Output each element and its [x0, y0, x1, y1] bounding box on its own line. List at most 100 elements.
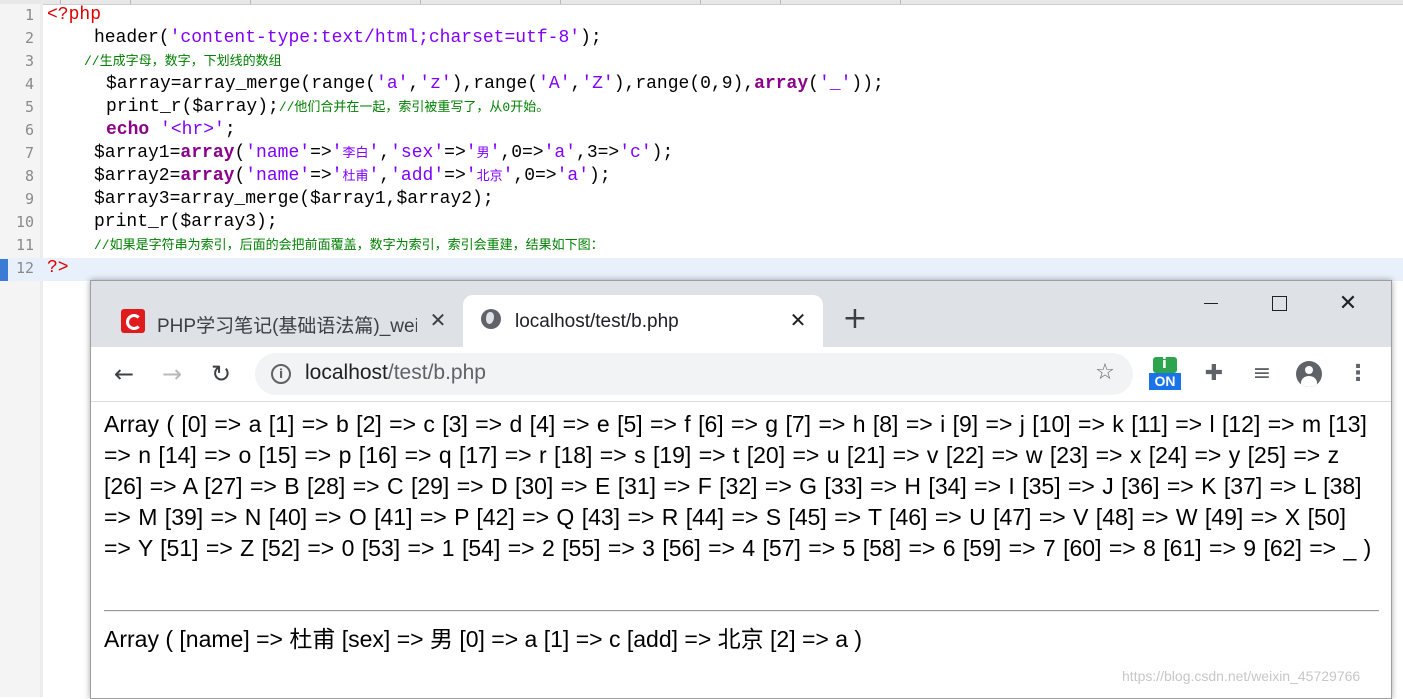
tab-localhost[interactable]: localhost/test/b.php ✕ [463, 295, 823, 347]
string-token: 'sex' [390, 143, 445, 163]
code-token: $array1= [94, 143, 181, 163]
line-number: 9 [24, 190, 34, 208]
close-tab-button[interactable]: ✕ [425, 307, 451, 333]
string-token: 男 [476, 146, 490, 161]
code-token: ( [234, 143, 246, 163]
code-token: ); [651, 143, 674, 163]
string-token: ' [331, 166, 343, 186]
back-button[interactable]: ← [109, 359, 139, 389]
string-token: 李白 [342, 146, 369, 161]
url-host: localhost [305, 361, 388, 384]
forward-button[interactable]: → [157, 359, 187, 389]
code-token: , [379, 143, 391, 163]
string-token: 'add' [390, 166, 445, 186]
code-line-7: $array1=array('name'=>'李白','sex'=>'男',0=… [94, 142, 673, 165]
reload-button[interactable]: ↻ [206, 359, 236, 389]
keyword-token: array [180, 166, 235, 186]
code-line-12: ?> [47, 257, 69, 280]
extensions-puzzle-icon[interactable]: ✚ [1199, 359, 1229, 389]
code-line-4: $array=array_merge(range('a','z'),range(… [106, 73, 884, 96]
media-playlist-icon[interactable]: ≡ [1247, 359, 1277, 389]
globe-icon [481, 309, 501, 329]
string-token: ' [465, 143, 477, 163]
string-token: ' [331, 143, 343, 163]
code-token: , [570, 74, 582, 94]
line-number: 4 [24, 75, 34, 93]
profile-avatar-icon[interactable] [1294, 359, 1324, 389]
string-token: '_' [818, 74, 852, 94]
print-r-output-array: Array ( [0] => a [1] => b [2] => c [3] =… [104, 411, 1372, 561]
code-token: ),range( [451, 74, 539, 94]
maximize-button[interactable] [1256, 291, 1302, 319]
line-number: 5 [24, 98, 34, 116]
code-line-1: <?php [47, 4, 101, 27]
string-token: 'Z' [581, 74, 614, 94]
editor-tab-strip [0, 0, 1403, 5]
tab-csdn-blog[interactable]: PHP学习笔记(基础语法篇)_weixin_45729766的博客 ✕ [107, 295, 459, 347]
new-tab-button[interactable]: + [839, 303, 871, 335]
string-token: 'A' [538, 74, 571, 94]
tab-divider [700, 0, 701, 4]
keyword-token: array [754, 74, 809, 94]
line-number: 11 [15, 236, 34, 254]
code-line-2: header('content-type:text/html;charset=u… [94, 27, 602, 50]
code-line-9: $array3=array_merge($array1,$array2); [94, 189, 494, 209]
string-token: 'c' [619, 143, 652, 163]
line-number: 2 [24, 29, 34, 47]
code-line-8: $array2=array('name'=>'杜甫','add'=>'北京',0… [94, 165, 611, 188]
line-number: 1 [24, 6, 34, 24]
code-token: => [310, 143, 332, 163]
csdn-watermark: https://blog.csdn.net/weixin_45729766 [1122, 668, 1361, 684]
horizontal-rule [104, 610, 1379, 612]
string-token: ' [368, 166, 380, 186]
string-token: 'content-type:text/html;charset=utf-8' [169, 28, 581, 48]
page-content: Array ( [0] => a [1] => b [2] => c [3] =… [91, 402, 1391, 698]
string-token: 'z' [419, 74, 452, 94]
tab-divider [250, 0, 251, 4]
string-token: 北京 [476, 169, 503, 184]
code-line-5: print_r($array);//他们合并在一起，索引被重写了，从0开始。 [106, 96, 549, 119]
browser-tab-strip: PHP学习笔记(基础语法篇)_weixin_45729766的博客 ✕ loca… [91, 281, 1391, 347]
string-token: 'name' [245, 143, 311, 163]
code-token: ( [234, 166, 246, 186]
code-token: ; [224, 120, 236, 140]
code-token: ( [808, 74, 819, 94]
close-tab-button[interactable]: ✕ [785, 307, 811, 333]
url-text[interactable]: localhost/test/b.php [305, 361, 486, 385]
code-token: $array=array_merge(range( [106, 74, 377, 94]
print-r-output-array3: Array ( [name] => 杜甫 [sex] => 男 [0] => a… [104, 626, 863, 652]
line-number: 12 [15, 259, 34, 277]
php-open-tag: <?php [47, 5, 102, 25]
code-token: ,0=> [513, 166, 557, 186]
code-token: header( [94, 28, 170, 48]
string-token: ' [368, 143, 380, 163]
minimize-button[interactable] [1187, 291, 1233, 319]
code-token: )); [851, 74, 884, 94]
bookmark-star-icon[interactable]: ☆ [1091, 359, 1119, 387]
tab-title: localhost/test/b.php [515, 311, 679, 332]
code-line-6: echo '<hr>'; [106, 119, 236, 142]
code-token: , [379, 166, 391, 186]
tab-divider [780, 0, 781, 4]
code-token: => [444, 143, 466, 163]
code-token: , [408, 74, 420, 94]
browser-window: PHP学习笔记(基础语法篇)_weixin_45729766的博客 ✕ loca… [90, 280, 1392, 699]
tab-divider [560, 0, 561, 4]
code-token: ,0=> [500, 143, 544, 163]
menu-kebab-icon[interactable]: ⋮ [1343, 359, 1373, 389]
comment-token: //如果是字符串为索引，后面的会把前面覆盖，数字为索引，索引会重建，结果如下图： [94, 238, 604, 253]
current-line-highlight [0, 258, 1403, 281]
extension-badge: ON [1149, 373, 1181, 390]
string-token: 'name' [245, 166, 311, 186]
keyword-token: echo [106, 120, 150, 140]
code-token: => [444, 166, 466, 186]
address-bar[interactable]: i localhost/test/b.php ☆ [255, 353, 1133, 395]
code-token: ); [589, 166, 611, 186]
extension-on-icon[interactable]: ON [1149, 356, 1181, 391]
code-token: ),range(0,9), [613, 74, 755, 94]
tab-title: PHP学习笔记(基础语法篇)_weixin_45729766的博客 [157, 316, 417, 337]
info-icon[interactable]: i [271, 364, 291, 384]
php-close-tag: ?> [47, 258, 69, 278]
string-token: ' [502, 166, 514, 186]
window-close-button[interactable]: ✕ [1325, 291, 1371, 319]
